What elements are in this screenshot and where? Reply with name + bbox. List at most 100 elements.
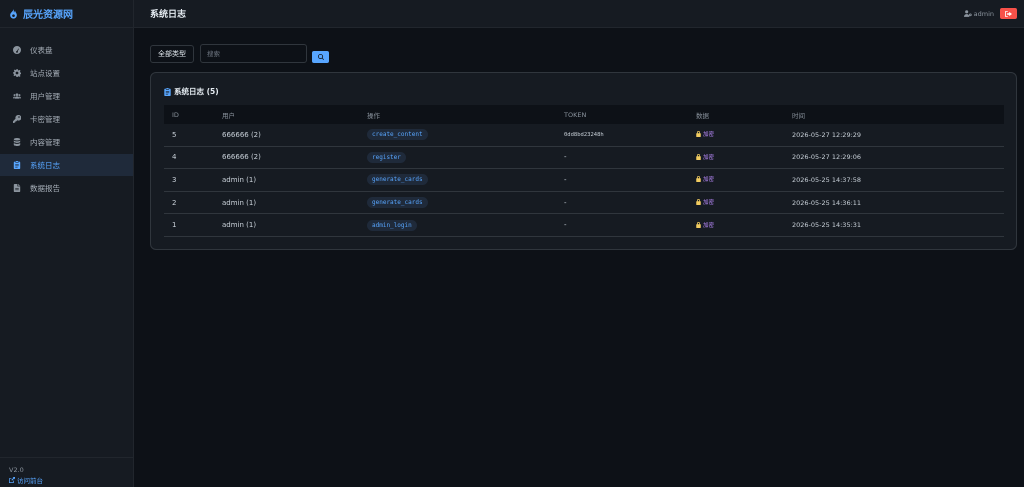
- table-header: ID 用户 操作 TOKEN 数据 时间: [164, 105, 1004, 124]
- page-title: 系统日志: [150, 10, 187, 20]
- sidebar-item-label: 用户管理: [30, 91, 60, 101]
- cell-id: 5: [172, 130, 177, 139]
- cell-user: admin (1): [222, 175, 257, 184]
- search-input[interactable]: [200, 44, 307, 63]
- lock-icon: [696, 176, 701, 183]
- column-header-time[interactable]: 时间: [792, 110, 1004, 120]
- sidebar-item-label: 系统日志: [30, 160, 60, 170]
- column-header-token[interactable]: TOKEN: [564, 111, 696, 119]
- table-row: 1 admin (1) admin_login - 加密 2026-05-25 …: [164, 214, 1004, 237]
- sidebar-item-label: 卡密管理: [30, 114, 60, 124]
- encrypted-data-link[interactable]: 加密: [696, 221, 714, 229]
- cell-time: 2026-05-25 14:37:58: [792, 175, 862, 184]
- sidebar-item-system-log[interactable]: 系统日志: [0, 154, 133, 176]
- header-actions: admin: [963, 8, 1017, 19]
- encrypted-label: 加密: [703, 132, 715, 139]
- system-log-card: 系统日志 (5) ID 用户 操作 TOKEN 数据 时间 5 666666 (…: [150, 72, 1017, 250]
- current-user[interactable]: admin: [963, 9, 994, 18]
- cell-user: admin (1): [222, 221, 257, 230]
- type-filter-select[interactable]: 全部类型: [150, 44, 194, 63]
- sidebar-footer: V2.0 访问前台: [0, 457, 133, 487]
- search-button[interactable]: [312, 50, 329, 63]
- encrypted-label: 加密: [703, 222, 715, 229]
- users-icon: [13, 92, 21, 100]
- cell-token: -: [564, 175, 567, 184]
- table-row: 3 admin (1) generate_cards - 加密 2026-05-…: [164, 169, 1004, 192]
- cell-token: -: [564, 153, 567, 162]
- cell-user: 666666 (2): [222, 130, 261, 139]
- sidebar-nav: 仪表盘 站点设置 用户管理 卡密管理 内容管理 系统日志 数据报告: [0, 39, 133, 199]
- table-row: 4 666666 (2) register - 加密 2026-05-27 12…: [164, 147, 1004, 170]
- version-label: V2.0: [9, 466, 24, 474]
- sidebar: 辰光资源网 仪表盘 站点设置 用户管理 卡密管理 内容管理 系统日志 数据报告 …: [0, 0, 134, 487]
- database-icon: [13, 138, 21, 146]
- cell-user: 666666 (2): [222, 153, 261, 162]
- gear-icon: [13, 69, 21, 77]
- sidebar-item-reports[interactable]: 数据报告: [0, 177, 133, 199]
- cell-id: 3: [172, 175, 177, 184]
- encrypted-data-link[interactable]: 加密: [696, 130, 714, 138]
- column-header-id[interactable]: ID: [164, 111, 222, 119]
- encrypted-data-link[interactable]: 加密: [696, 198, 714, 206]
- sidebar-item-dashboard[interactable]: 仪表盘: [0, 39, 133, 61]
- column-header-user[interactable]: 用户: [222, 110, 367, 120]
- lock-icon: [696, 199, 701, 206]
- key-icon: [13, 115, 21, 123]
- gauge-icon: [13, 46, 21, 54]
- sidebar-item-cards[interactable]: 卡密管理: [0, 108, 133, 130]
- action-badge: create_content: [367, 129, 428, 141]
- lock-icon: [696, 221, 701, 228]
- external-link-icon: [9, 477, 15, 483]
- filter-bar: 全部类型: [150, 44, 329, 63]
- cell-id: 2: [172, 198, 177, 207]
- lock-icon: [696, 131, 701, 138]
- sidebar-item-site-settings[interactable]: 站点设置: [0, 62, 133, 84]
- brand-name: 辰光资源网: [23, 10, 73, 21]
- log-table: ID 用户 操作 TOKEN 数据 时间 5 666666 (2) create…: [164, 105, 1004, 237]
- action-badge: register: [367, 151, 406, 163]
- user-name: admin: [973, 9, 994, 18]
- cell-time: 2026-05-27 12:29:29: [792, 130, 862, 139]
- clipboard-icon: [164, 87, 171, 96]
- column-header-action[interactable]: 操作: [367, 110, 564, 120]
- sidebar-item-label: 内容管理: [30, 137, 60, 147]
- table-row: 2 admin (1) generate_cards - 加密 2026-05-…: [164, 192, 1004, 215]
- table-row: 5 666666 (2) create_content 0dd8bd23248h…: [164, 124, 1004, 147]
- cell-time: 2026-05-25 14:36:11: [792, 198, 862, 207]
- encrypted-data-link[interactable]: 加密: [696, 175, 714, 183]
- sidebar-item-users[interactable]: 用户管理: [0, 85, 133, 107]
- search-icon: [317, 53, 324, 60]
- card-title: 系统日志 (5): [164, 86, 219, 97]
- flame-icon: [10, 8, 17, 19]
- cell-token: 0dd8bd23248h: [564, 131, 604, 138]
- lock-icon: [696, 153, 701, 160]
- cell-token: -: [564, 221, 567, 230]
- encrypted-label: 加密: [703, 177, 715, 184]
- user-cog-icon: [963, 10, 972, 17]
- encrypted-data-link[interactable]: 加密: [696, 153, 714, 161]
- logout-icon: [1005, 10, 1012, 17]
- action-badge: generate_cards: [367, 174, 428, 186]
- cell-id: 4: [172, 153, 177, 162]
- clipboard-icon: [13, 161, 21, 169]
- cell-id: 1: [172, 221, 177, 230]
- sidebar-item-label: 仪表盘: [30, 45, 53, 55]
- sidebar-item-content[interactable]: 内容管理: [0, 131, 133, 153]
- visit-frontend-link[interactable]: 访问前台: [9, 475, 133, 485]
- cell-user: admin (1): [222, 198, 257, 207]
- visit-frontend-label: 访问前台: [17, 477, 43, 485]
- file-icon: [13, 184, 21, 192]
- encrypted-label: 加密: [703, 200, 715, 207]
- top-header: 系统日志 admin: [134, 0, 1024, 28]
- action-badge: generate_cards: [367, 197, 428, 209]
- cell-time: 2026-05-27 12:29:06: [792, 153, 862, 162]
- action-badge: admin_login: [367, 219, 417, 231]
- encrypted-label: 加密: [703, 154, 715, 161]
- sidebar-item-label: 站点设置: [30, 68, 60, 78]
- logout-button[interactable]: [1000, 8, 1017, 19]
- sidebar-item-label: 数据报告: [30, 183, 60, 193]
- cell-time: 2026-05-25 14:35:31: [792, 221, 862, 230]
- column-header-data[interactable]: 数据: [696, 110, 792, 120]
- cell-token: -: [564, 198, 567, 207]
- brand[interactable]: 辰光资源网: [0, 0, 133, 28]
